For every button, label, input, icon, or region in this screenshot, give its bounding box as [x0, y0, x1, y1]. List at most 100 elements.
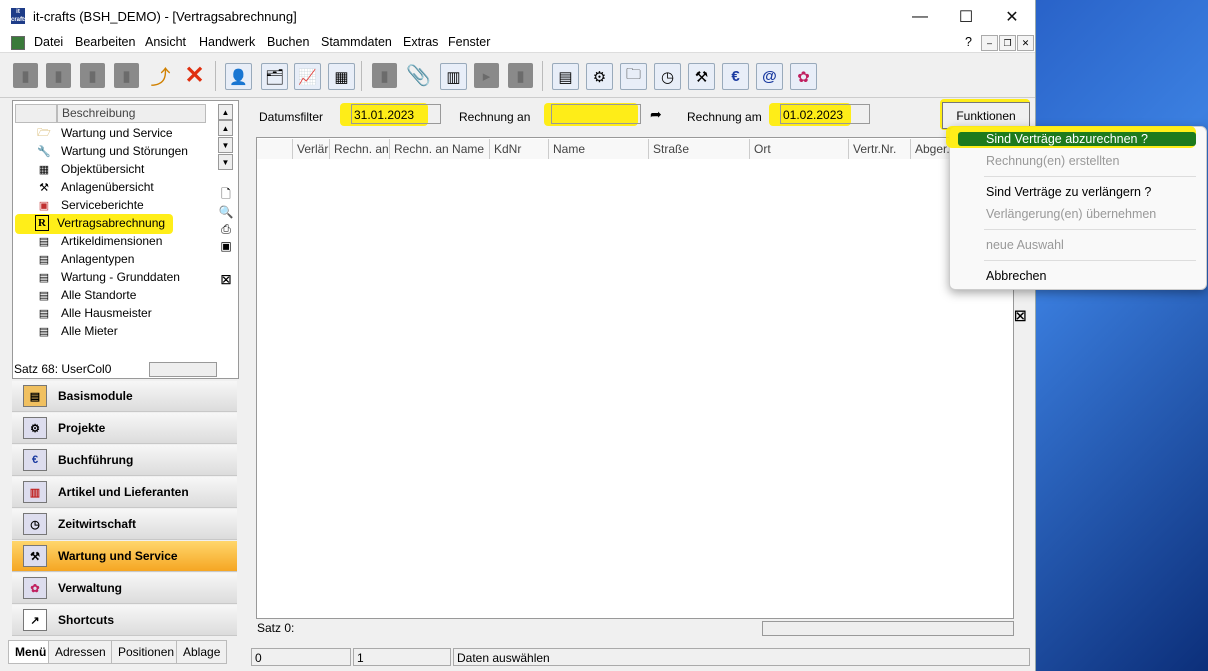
tree-item[interactable]: ▦ Objektübersicht	[15, 160, 145, 178]
nav-artikel-lieferanten[interactable]: ▥ Artikel und Lieferanten	[12, 477, 237, 508]
menu-extras[interactable]: Extras	[403, 35, 438, 49]
funktionen-dropdown: Sind Verträge abzurechnen ? Rechnung(en)…	[946, 126, 1207, 290]
tree-item[interactable]: ⚒ Anlagenübersicht	[15, 178, 154, 196]
mdi-close-button[interactable]: ✕	[1017, 35, 1034, 51]
menu-datei[interactable]: Datei	[34, 35, 63, 49]
calendar-icon[interactable]: ▥	[440, 63, 467, 90]
menu-item-neue-auswahl[interactable]: neue Auswahl	[986, 238, 1064, 252]
tree-item[interactable]: ▤ Anlagentypen	[15, 250, 135, 268]
scroll-down-button[interactable]: ▼	[218, 137, 233, 153]
nav-wartung-service[interactable]: ⚒ Wartung und Service	[12, 541, 237, 572]
tab-adressen[interactable]: Adressen	[48, 640, 113, 664]
tab-menue[interactable]: Menü	[8, 640, 54, 664]
toolbar-separator	[215, 61, 216, 91]
menu-item-vertraege-verlaengern[interactable]: Sind Verträge zu verlängern ?	[986, 185, 1151, 199]
nav-basismodule[interactable]: ▤ Basismodule	[12, 381, 237, 412]
grid-clear-x-icon[interactable]: ☒	[1014, 308, 1027, 325]
menu-fenster[interactable]: Fenster	[448, 35, 490, 49]
gray-tool-icon[interactable]: ▮	[508, 63, 533, 88]
calculator-icon[interactable]: ▦	[328, 63, 355, 90]
export-arrow-icon[interactable]: ⤴	[148, 63, 173, 89]
arrow-box-icon[interactable]: ▸	[474, 63, 499, 88]
tree-item[interactable]: ▣ Serviceberichte	[15, 196, 144, 214]
tree-item[interactable]: ▤ Alle Standorte	[15, 286, 137, 304]
settings-icon[interactable]: ✿	[790, 63, 817, 90]
grid-col-header[interactable]: Name	[549, 139, 649, 159]
lookup-arrow-icon[interactable]: ➦	[650, 106, 662, 123]
grid-col-header[interactable]: Rechn. an Name	[390, 139, 490, 159]
scroll-top-button[interactable]: ▲	[218, 104, 233, 120]
toolbar-separator	[542, 61, 543, 91]
rechnung-an-input[interactable]	[551, 104, 641, 124]
projects-icon[interactable]: ⚙	[586, 63, 613, 90]
grid-col-header[interactable]: Straße	[649, 139, 750, 159]
folder-icon[interactable]: 🗂	[261, 63, 288, 90]
datumsfilter-input[interactable]: 31.01.2023	[351, 104, 441, 124]
menu-handwerk[interactable]: Handwerk	[199, 35, 255, 49]
minimize-button[interactable]: —	[897, 0, 943, 33]
funktionen-button[interactable]: Funktionen	[942, 102, 1030, 129]
scroll-bottom-button[interactable]: ▼	[218, 154, 233, 170]
print-icon[interactable]: ⎙	[219, 222, 233, 236]
paperclip-icon[interactable]: 📎	[406, 63, 431, 88]
tree-item[interactable]: 🔧 Wartung und Störungen	[15, 142, 188, 160]
nav-zeitwirtschaft[interactable]: ◷ Zeitwirtschaft	[12, 509, 237, 540]
clear-x-icon[interactable]: ☒	[219, 273, 233, 287]
new-doc-icon[interactable]: ▮	[13, 63, 38, 88]
tab-ablage[interactable]: Ablage	[176, 640, 228, 664]
new-page-icon[interactable]: 🗋	[219, 187, 233, 202]
menu-help[interactable]: ?	[965, 35, 972, 49]
tree-item-selected[interactable]: R Vertragsabrechnung	[15, 214, 165, 232]
menu-item-verlaengerungen-uebernehmen[interactable]: Verlängerung(en) übernehmen	[986, 207, 1156, 221]
grid-col-header[interactable]: Vertr.Nr.	[849, 139, 911, 159]
rechnung-am-input[interactable]: 01.02.2023	[780, 104, 870, 124]
nav-buchfuehrung[interactable]: € Buchführung	[12, 445, 237, 476]
menu-item-vertraege-abrechnen[interactable]: Sind Verträge abzurechnen ?	[986, 132, 1148, 146]
clock-icon[interactable]: ◷	[654, 63, 681, 90]
tree-item[interactable]: ▤ Alle Mieter	[15, 322, 118, 340]
maximize-button[interactable]: ☐	[943, 0, 989, 33]
chart-icon[interactable]: 📈	[294, 63, 321, 90]
menu-item-rechnungen-erstellen[interactable]: Rechnung(en) erstellten	[986, 154, 1119, 168]
service-icon[interactable]: ⚒	[688, 63, 715, 90]
scroll-up-button[interactable]: ▲	[218, 120, 233, 136]
save-icon[interactable]: ▣	[219, 239, 233, 253]
email-icon[interactable]: @	[756, 63, 783, 90]
nav-shortcuts[interactable]: ↗ Shortcuts	[12, 605, 237, 636]
search-icon[interactable]: 🔍	[219, 205, 234, 219]
menu-item-abbrechen[interactable]: Abbrechen	[986, 269, 1046, 283]
grid-col-header[interactable]: Verlär	[293, 139, 330, 159]
edit-doc-icon[interactable]: ▮	[46, 63, 71, 88]
person-card-icon[interactable]: 👤	[225, 63, 252, 90]
tree-item[interactable]: ▤ Alle Hausmeister	[15, 304, 152, 322]
tree-column-header[interactable]: Beschreibung	[57, 104, 206, 123]
grid-col-header[interactable]: Ort	[750, 139, 849, 159]
mdi-restore-button[interactable]: ❐	[999, 35, 1016, 51]
menu-buchen[interactable]: Buchen	[267, 35, 309, 49]
print-icon[interactable]: ▮	[114, 63, 139, 88]
menu-ansicht[interactable]: Ansicht	[145, 35, 186, 49]
tree-item[interactable]: ▤ Wartung - Grunddaten	[15, 268, 180, 286]
euro-icon[interactable]: €	[722, 63, 749, 90]
mdi-minimize-button[interactable]: –	[981, 35, 998, 51]
nav-projekte[interactable]: ⚙ Projekte	[12, 413, 237, 444]
delete-x-icon[interactable]: ✕	[182, 62, 207, 89]
tab-positionen[interactable]: Positionen	[111, 640, 182, 664]
grid-record-status: Satz 0:	[257, 621, 295, 635]
tree-item[interactable]: 🗁 Wartung und Service	[15, 124, 172, 142]
datumsfilter-label: Datumsfilter	[259, 110, 324, 124]
tree-item[interactable]: ▤ Artikeldimensionen	[15, 232, 163, 250]
menu-stammdaten[interactable]: Stammdaten	[321, 35, 392, 49]
tree-horizontal-scrollbar[interactable]	[149, 362, 217, 377]
gray-tool-icon[interactable]: ▮	[372, 63, 397, 88]
grid-col-header[interactable]: Rechn. an	[330, 139, 390, 159]
close-button[interactable]: ✕	[989, 0, 1035, 33]
modules-icon[interactable]: ▤	[552, 63, 579, 90]
data-grid: Verlär Rechn. an Rechn. an Name KdNr Nam…	[256, 137, 1014, 619]
grid-horizontal-scrollbar[interactable]	[762, 621, 1014, 636]
nav-verwaltung[interactable]: ✿ Verwaltung	[12, 573, 237, 604]
folders-icon[interactable]: 🗀	[620, 63, 647, 90]
menu-bearbeiten[interactable]: Bearbeiten	[75, 35, 135, 49]
grid-col-header[interactable]: KdNr	[490, 139, 549, 159]
save-icon[interactable]: ▮	[80, 63, 105, 88]
